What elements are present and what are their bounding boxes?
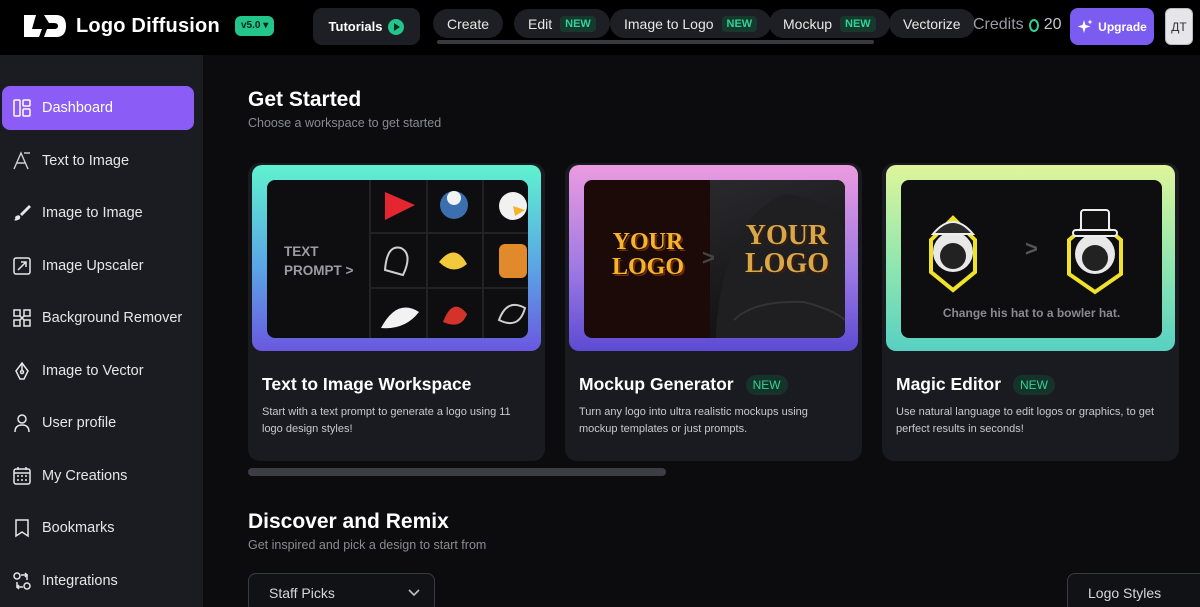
new-badge: NEW [840, 15, 876, 32]
nav-mockup[interactable]: Mockup NEW [769, 9, 890, 38]
card-title: Magic Editor NEW [896, 374, 1056, 395]
card-art: TEXT PROMPT > [252, 165, 541, 351]
sidebar-item-image-to-image[interactable]: Image to Image [2, 191, 194, 235]
coin-icon [1028, 18, 1039, 32]
art-caption: TEXT PROMPT > [284, 244, 354, 278]
svg-text:>: > [702, 245, 715, 270]
nav-label: Vectorize [903, 15, 961, 32]
sidebar-item-label: Bookmarks [42, 520, 115, 536]
sidebar-item-label: Text to Image [42, 153, 130, 169]
sidebar-item-label: Dashboard [42, 100, 113, 116]
nav-label: Mockup [783, 15, 833, 32]
sidebar-item-background-remover[interactable]: Background Remover [2, 296, 194, 340]
logo-styles-dropdown[interactable]: Logo Styles [1067, 573, 1200, 607]
credits-display: Credits 20 [973, 16, 1061, 34]
new-badge: NEW [745, 374, 788, 395]
art-caption: YOUR LOGO [611, 229, 684, 280]
discover-title: Discover and Remix [248, 510, 449, 533]
nav-label: Edit [528, 15, 553, 32]
sparkle-icon [1077, 19, 1093, 33]
art-caption: Change his hat to a bowler hat. [942, 306, 1121, 320]
card-title: Text to Image Workspace [262, 374, 471, 395]
upgrade-button[interactable]: Upgrade [1070, 8, 1154, 45]
card-text-to-image[interactable]: TEXT PROMPT > Text to Image Workspace St… [248, 163, 545, 461]
sidebar-item-my-creations[interactable]: My Creations [2, 454, 194, 498]
chevron-down-icon [408, 589, 420, 597]
sidebar-item-image-to-vector[interactable]: Image to Vector [2, 349, 194, 393]
discover-subtitle: Get inspired and pick a design to start … [248, 538, 487, 552]
nav-create[interactable]: Create [433, 9, 504, 38]
card-description: Use natural language to edit logos or gr… [896, 406, 1155, 435]
nav-label: Create [447, 15, 490, 32]
calendar-grid-icon [13, 467, 31, 485]
dropdown-label: Logo Styles [1088, 585, 1162, 601]
app-logo[interactable]: Logo Diffusion [22, 11, 220, 41]
sidebar-item-label: My Creations [42, 468, 128, 484]
card-title: Mockup Generator NEW [579, 374, 788, 395]
card-art: > Change his hat to a bowler hat. [886, 165, 1175, 351]
get-started-subtitle: Choose a workspace to get started [248, 116, 442, 130]
credits-label: Credits [973, 16, 1024, 33]
new-badge: NEW [560, 15, 596, 32]
nav-edit[interactable]: Edit NEW [514, 9, 610, 38]
sidebar-item-label: Background Remover [42, 310, 183, 326]
card-magic-editor[interactable]: > Change his hat to a bowler hat. Magic … [882, 163, 1179, 461]
upgrade-label: Upgrade [1098, 19, 1147, 34]
sidebar-item-dashboard[interactable]: Dashboard [2, 86, 194, 130]
sidebar-item-image-upscaler[interactable]: Image Upscaler [2, 244, 194, 288]
sidebar: Dashboard Text to Image Image to Image I… [0, 55, 203, 607]
sidebar-item-label: Image to Vector [42, 363, 144, 379]
nav-image-to-logo[interactable]: Image to Logo NEW [610, 9, 772, 38]
main-content: Get Started Choose a workspace to get st… [203, 55, 1200, 607]
card-title-text: Magic Editor [896, 374, 1002, 394]
card-title-text: Mockup Generator [579, 374, 734, 394]
art-caption-cap: YOUR LOGO [744, 220, 829, 279]
sidebar-item-integrations[interactable]: Integrations [2, 559, 194, 603]
sidebar-item-bookmarks[interactable]: Bookmarks [2, 506, 194, 550]
nav-vectorize[interactable]: Vectorize [889, 9, 975, 38]
card-description: Turn any logo into ultra realistic mocku… [579, 406, 808, 435]
card-mockup-generator[interactable]: > YOUR LOGO YOUR LOGO Mockup Generator N… [565, 163, 862, 461]
sidebar-item-text-to-image[interactable]: Text to Image [2, 139, 194, 183]
top-bar: Logo Diffusion v5.0 ▾ Tutorials Create E… [0, 0, 1200, 55]
card-title-text: Text to Image Workspace [262, 374, 472, 394]
sidebar-item-user-profile[interactable]: User profile [2, 401, 194, 445]
card-art: > YOUR LOGO YOUR LOGO [569, 165, 858, 351]
get-started-title: Get Started [248, 88, 362, 111]
sidebar-item-label: Image to Image [42, 205, 143, 221]
pen-nib-icon [15, 361, 29, 380]
nav-scrollbar[interactable] [437, 40, 874, 44]
credits-value: 20 [1043, 16, 1062, 33]
brush-icon [14, 205, 31, 221]
integrations-icon [13, 572, 31, 590]
staff-picks-dropdown[interactable]: Staff Picks [248, 573, 435, 607]
avatar[interactable]: ДТ [1165, 8, 1193, 45]
new-badge: NEW [1013, 374, 1056, 395]
tutorials-button[interactable]: Tutorials [313, 8, 420, 45]
svg-text:>: > [1025, 236, 1038, 261]
sidebar-item-label: Integrations [42, 573, 118, 589]
sidebar-item-label: User profile [42, 415, 117, 431]
background-remover-icon [13, 309, 31, 327]
logo-mark-icon [24, 15, 66, 37]
bookmark-icon [15, 519, 29, 538]
tutorials-label: Tutorials [328, 19, 383, 34]
app-name: Logo Diffusion [76, 14, 220, 37]
text-icon [13, 151, 30, 170]
dropdown-label: Staff Picks [269, 585, 335, 601]
nav-label: Image to Logo [624, 15, 714, 32]
dashboard-icon [13, 99, 31, 117]
user-icon [14, 414, 30, 433]
new-badge: NEW [721, 15, 758, 32]
sidebar-item-label: Image Upscaler [42, 258, 144, 274]
upscale-icon [13, 257, 31, 275]
play-icon [388, 18, 405, 35]
cards-scrollbar[interactable] [248, 468, 666, 476]
card-description: Start with a text prompt to generate a l… [262, 406, 511, 435]
version-selector[interactable]: v5.0 ▾ [235, 16, 275, 36]
